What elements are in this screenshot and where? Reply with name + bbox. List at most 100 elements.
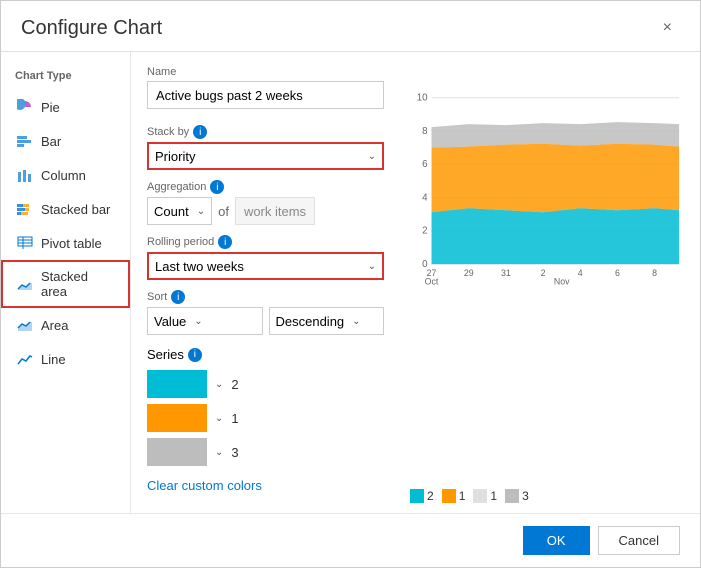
legend-item-3: 3: [505, 489, 529, 503]
svg-text:2: 2: [422, 226, 427, 237]
chart-container: 0 2 4 6 8 10: [410, 66, 684, 483]
chart-preview-area: 0 2 4 6 8 10: [400, 52, 700, 513]
rolling-period-value: Last two weeks: [155, 259, 244, 274]
sidebar-item-line[interactable]: Line: [1, 342, 130, 376]
pivot-table-icon: [17, 235, 33, 251]
aggregation-func-select[interactable]: Count ⌄: [147, 197, 212, 225]
series-chevron-3[interactable]: ⌄: [215, 447, 223, 458]
series-color-swatch-2[interactable]: [147, 404, 207, 432]
stacked-bar-icon: [17, 201, 33, 217]
svg-text:8: 8: [652, 268, 657, 278]
aggregation-func-value: Count: [154, 204, 189, 219]
name-label: Name: [147, 66, 384, 78]
chart-legend: 2 1 1 3: [410, 489, 684, 503]
sidebar-item-bar-label: Bar: [41, 134, 61, 149]
line-icon: [17, 351, 33, 367]
series-chevron-1[interactable]: ⌄: [215, 379, 223, 390]
legend-label-3: 3: [522, 489, 529, 503]
series-number-2: 1: [231, 411, 238, 426]
aggregation-of: of: [218, 204, 229, 219]
rolling-period-chevron: ⌄: [368, 261, 376, 272]
legend-label-light: 1: [490, 489, 497, 503]
stack-by-chevron: ⌄: [368, 151, 376, 162]
chart-type-sidebar: Chart Type Pie B: [1, 52, 131, 513]
series-item-3: ⌄ 3: [147, 438, 384, 466]
column-icon: [17, 167, 33, 183]
aggregation-chevron: ⌄: [197, 206, 205, 217]
pie-icon: [17, 99, 33, 115]
dialog-header: Configure Chart ×: [1, 1, 700, 41]
stacked-area-icon: [17, 276, 33, 292]
stack-by-label: Stack by: [147, 126, 189, 138]
cancel-button[interactable]: Cancel: [598, 526, 680, 555]
sort-section: Sort i Value ⌄ Descending ⌄: [147, 290, 384, 335]
sort-direction-select[interactable]: Descending ⌄: [269, 307, 385, 335]
legend-label-1: 1: [459, 489, 466, 503]
sidebar-item-stacked-bar-label: Stacked bar: [41, 202, 110, 217]
stack-by-select[interactable]: Priority ⌄: [147, 142, 384, 170]
sidebar-item-stacked-area-label: Stacked area: [41, 269, 114, 299]
sidebar-item-column-label: Column: [41, 168, 86, 183]
sidebar-item-pie-label: Pie: [41, 100, 60, 115]
rolling-period-label-row: Rolling period i: [147, 235, 384, 249]
name-input[interactable]: [147, 81, 384, 109]
legend-item-light: 1: [473, 489, 497, 503]
svg-text:4: 4: [578, 268, 583, 278]
svg-text:Nov: Nov: [554, 277, 570, 286]
sort-direction-chevron: ⌄: [352, 316, 360, 327]
svg-text:2: 2: [541, 268, 546, 278]
dialog-body: Chart Type Pie B: [1, 52, 700, 513]
sort-direction-value: Descending: [276, 314, 345, 329]
clear-custom-colors-link[interactable]: Clear custom colors: [147, 478, 262, 493]
svg-text:29: 29: [464, 268, 474, 278]
chart-type-label: Chart Type: [1, 66, 130, 90]
stack-by-label-row: Stack by i: [147, 125, 384, 139]
sidebar-item-column[interactable]: Column: [1, 158, 130, 192]
sidebar-item-bar[interactable]: Bar: [1, 124, 130, 158]
sidebar-item-stacked-bar[interactable]: Stacked bar: [1, 192, 130, 226]
sidebar-item-stacked-area[interactable]: Stacked area: [1, 260, 130, 308]
dialog-footer: OK Cancel: [1, 513, 700, 567]
sidebar-item-line-label: Line: [41, 352, 66, 367]
ok-button[interactable]: OK: [523, 526, 590, 555]
series-info-icon[interactable]: i: [188, 348, 202, 362]
sort-info-icon[interactable]: i: [171, 290, 185, 304]
svg-text:4: 4: [422, 192, 428, 203]
sidebar-item-pie[interactable]: Pie: [1, 90, 130, 124]
series-label-row: Series i: [147, 347, 384, 362]
series-color-swatch-1[interactable]: [147, 370, 207, 398]
sort-row: Value ⌄ Descending ⌄: [147, 307, 384, 335]
svg-text:31: 31: [501, 268, 511, 278]
rolling-period-info-icon[interactable]: i: [218, 235, 232, 249]
rolling-period-section: Rolling period i Last two weeks ⌄: [147, 235, 384, 280]
svg-text:6: 6: [615, 268, 620, 278]
series-number-1: 2: [231, 377, 238, 392]
series-chevron-2[interactable]: ⌄: [215, 413, 223, 424]
sidebar-item-pivot-table-label: Pivot table: [41, 236, 102, 251]
close-button[interactable]: ×: [655, 15, 680, 41]
aggregation-target: work items: [235, 197, 315, 225]
series-number-3: 3: [231, 445, 238, 460]
series-item-2: ⌄ 1: [147, 404, 384, 432]
series-color-swatch-3[interactable]: [147, 438, 207, 466]
rolling-period-select[interactable]: Last two weeks ⌄: [147, 252, 384, 280]
svg-text:8: 8: [422, 126, 427, 137]
stack-by-section: Stack by i Priority ⌄: [147, 125, 384, 170]
sidebar-item-area[interactable]: Area: [1, 308, 130, 342]
aggregation-row: Count ⌄ of work items: [147, 197, 384, 225]
sort-label-row: Sort i: [147, 290, 384, 304]
bar-icon: [17, 133, 33, 149]
stack-by-info-icon[interactable]: i: [193, 125, 207, 139]
aggregation-label-row: Aggregation i: [147, 180, 384, 194]
sidebar-item-pivot-table[interactable]: Pivot table: [1, 226, 130, 260]
rolling-period-label: Rolling period: [147, 236, 214, 248]
sort-value: Value: [154, 314, 186, 329]
legend-item-1: 1: [442, 489, 466, 503]
series-item-1: ⌄ 2: [147, 370, 384, 398]
chart-svg: 0 2 4 6 8 10: [410, 66, 684, 286]
legend-item-2: 2: [410, 489, 434, 503]
sort-value-select[interactable]: Value ⌄: [147, 307, 263, 335]
series-section: Series i ⌄ 2 ⌄ 1 ⌄ 3 C: [147, 347, 384, 493]
aggregation-info-icon[interactable]: i: [210, 180, 224, 194]
svg-text:10: 10: [417, 93, 428, 104]
